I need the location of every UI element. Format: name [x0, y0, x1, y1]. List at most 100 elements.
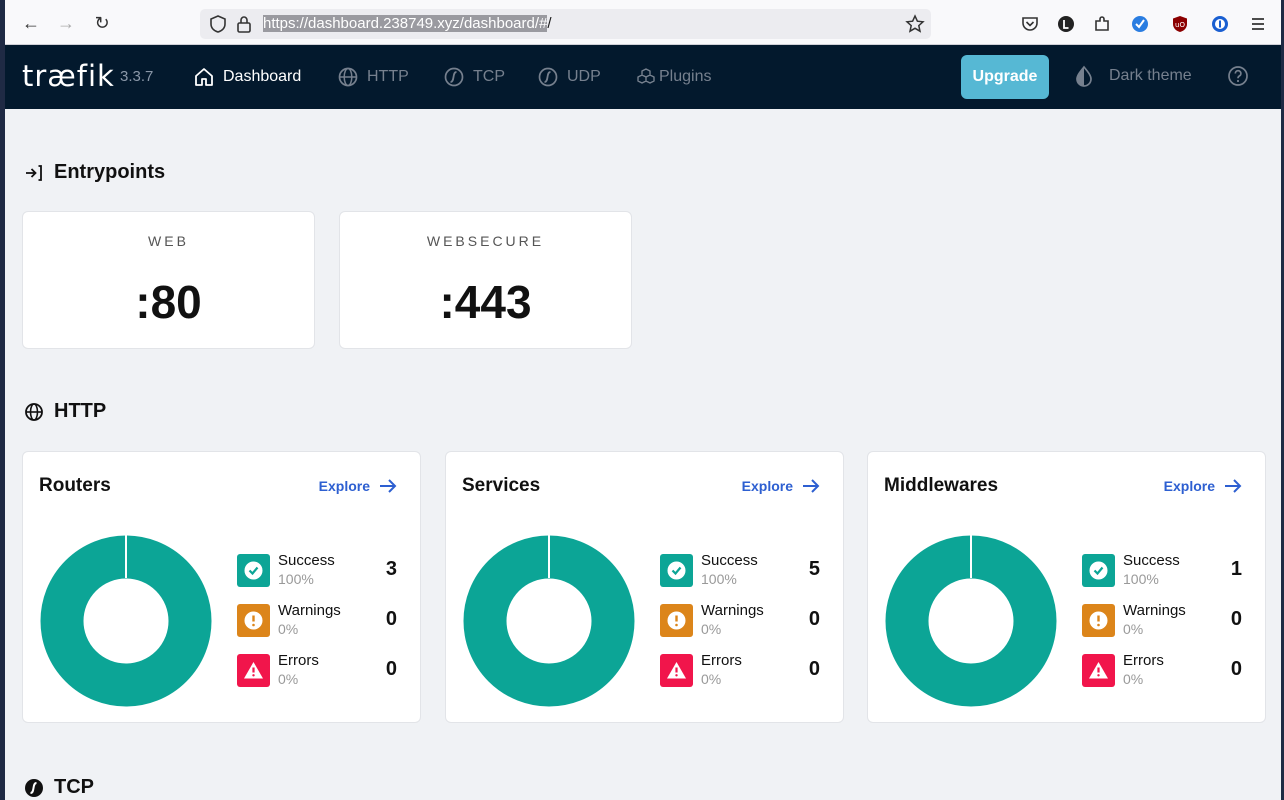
warning-badge [237, 604, 270, 637]
dark-theme-toggle[interactable]: Dark theme [1073, 65, 1192, 87]
legend-count: 1 [1230, 558, 1242, 580]
help-question-icon[interactable] [1227, 65, 1249, 87]
upgrade-button[interactable]: Upgrade [961, 55, 1049, 99]
warning-badge [1082, 604, 1115, 637]
bookmark-star-icon[interactable] [905, 14, 925, 34]
entrypoint-port: :443 [439, 276, 532, 328]
legend-percent: 0% [701, 621, 722, 637]
card-title: Routers [39, 475, 111, 496]
url-rest-text: / [547, 15, 552, 32]
tcp-title: TCP [54, 776, 94, 798]
udp-icon [538, 67, 558, 87]
legend-percent: 0% [1123, 671, 1144, 687]
entrypoint-card-web[interactable]: WEB :80 [22, 211, 315, 349]
nav-plugins[interactable]: Plugins [635, 65, 711, 89]
nav-tcp-label: TCP [473, 68, 505, 85]
menu-hamburger-icon[interactable] [1248, 14, 1268, 34]
card-title: Middlewares [884, 475, 999, 496]
lock-icon[interactable] [234, 14, 254, 34]
nav-udp[interactable]: UDP [537, 65, 601, 89]
tcp-icon [25, 778, 43, 797]
dark-theme-label: Dark theme [1109, 67, 1192, 84]
explore-routers-link[interactable]: Explore [319, 476, 398, 496]
exclamation-circle-icon [667, 611, 686, 630]
back-arrow-icon[interactable]: ← [20, 12, 42, 34]
middlewares-card: Middlewares Explore Success 100% 1 Warni… [867, 451, 1266, 723]
legend-count: 0 [385, 608, 397, 630]
forward-arrow-icon[interactable]: → [55, 12, 77, 34]
legend-label: Errors [1123, 652, 1164, 669]
legend-errors: Errors 0% 0 [660, 652, 820, 692]
exclamation-circle-icon [244, 611, 263, 630]
warning-triangle-icon [1089, 662, 1108, 679]
explore-services-link[interactable]: Explore [742, 476, 821, 496]
entrypoint-name: WEBSECURE [426, 233, 545, 249]
nav-tcp[interactable]: TCP [443, 65, 505, 89]
legend-label: Success [278, 552, 335, 569]
error-badge [660, 654, 693, 687]
entrypoint-arrow-icon [26, 164, 42, 181]
success-badge [660, 554, 693, 587]
url-text[interactable]: https://dashboard.238749.xyz/dashboard/#… [263, 15, 552, 32]
check-extension-icon[interactable] [1130, 14, 1150, 34]
warning-triangle-icon [244, 662, 263, 679]
globe-icon [338, 67, 358, 87]
legend-warnings: Warnings 0% 0 [1082, 602, 1242, 642]
legend-label: Warnings [278, 602, 341, 619]
error-badge [1082, 654, 1115, 687]
legend-count: 5 [808, 558, 820, 580]
legend-label: Warnings [701, 602, 764, 619]
tcp-heading: TCP [24, 776, 94, 799]
pocket-icon[interactable] [1020, 14, 1040, 34]
tcp-icon [444, 67, 464, 87]
globe-icon [25, 402, 43, 421]
legend-success: Success 100% 5 [660, 552, 820, 592]
arrow-right-icon [1225, 479, 1242, 493]
legend-label: Errors [278, 652, 319, 669]
entrypoint-name: WEB [148, 233, 189, 249]
legend-label: Errors [701, 652, 742, 669]
password-manager-icon[interactable] [1210, 14, 1230, 34]
account-l-icon[interactable] [1056, 14, 1076, 34]
extensions-puzzle-icon[interactable] [1092, 14, 1112, 34]
explore-middlewares-link[interactable]: Explore [1164, 476, 1243, 496]
plugins-icon [637, 68, 655, 84]
entrypoint-port: :80 [135, 276, 202, 328]
entrypoints-heading: Entrypoints [24, 161, 165, 184]
arrow-right-icon [380, 479, 397, 493]
shield-icon[interactable] [208, 14, 228, 34]
card-title: Services [462, 475, 541, 496]
http-title: HTTP [54, 400, 107, 422]
arrow-right-icon [803, 479, 820, 493]
donut-chart [40, 535, 212, 707]
legend-percent: 100% [701, 571, 737, 587]
legend-label: Success [1123, 552, 1180, 569]
legend-count: 3 [385, 558, 397, 580]
legend-percent: 0% [1123, 621, 1144, 637]
error-badge [237, 654, 270, 687]
contrast-drop-icon [1076, 65, 1092, 87]
services-card: Services Explore Success 100% 5 Warnings… [445, 451, 844, 723]
legend-percent: 0% [278, 671, 299, 687]
nav-http[interactable]: HTTP [337, 65, 409, 89]
ublock-shield-icon[interactable]: uO [1170, 14, 1190, 34]
explore-label: Explore [1163, 478, 1215, 494]
donut-chart [885, 535, 1057, 707]
legend-count: 0 [385, 658, 397, 680]
success-badge [237, 554, 270, 587]
legend-success: Success 100% 3 [237, 552, 397, 592]
success-badge [1082, 554, 1115, 587]
legend-warnings: Warnings 0% 0 [660, 602, 820, 642]
traefik-logo[interactable]: træfik [22, 59, 115, 93]
entrypoint-card-websecure[interactable]: WEBSECURE :443 [339, 211, 632, 349]
home-icon [195, 68, 213, 86]
reload-icon[interactable]: ↻ [91, 12, 113, 34]
http-heading: HTTP [24, 400, 106, 423]
legend-count: 0 [1230, 608, 1242, 630]
window-frame-left [0, 0, 5, 800]
warning-badge [660, 604, 693, 637]
explore-label: Explore [318, 478, 370, 494]
app-header: træfik 3.3.7 Dashboard HTTP TCP UDP Plug… [5, 45, 1281, 109]
legend-percent: 0% [278, 621, 299, 637]
nav-dashboard[interactable]: Dashboard [193, 65, 301, 89]
